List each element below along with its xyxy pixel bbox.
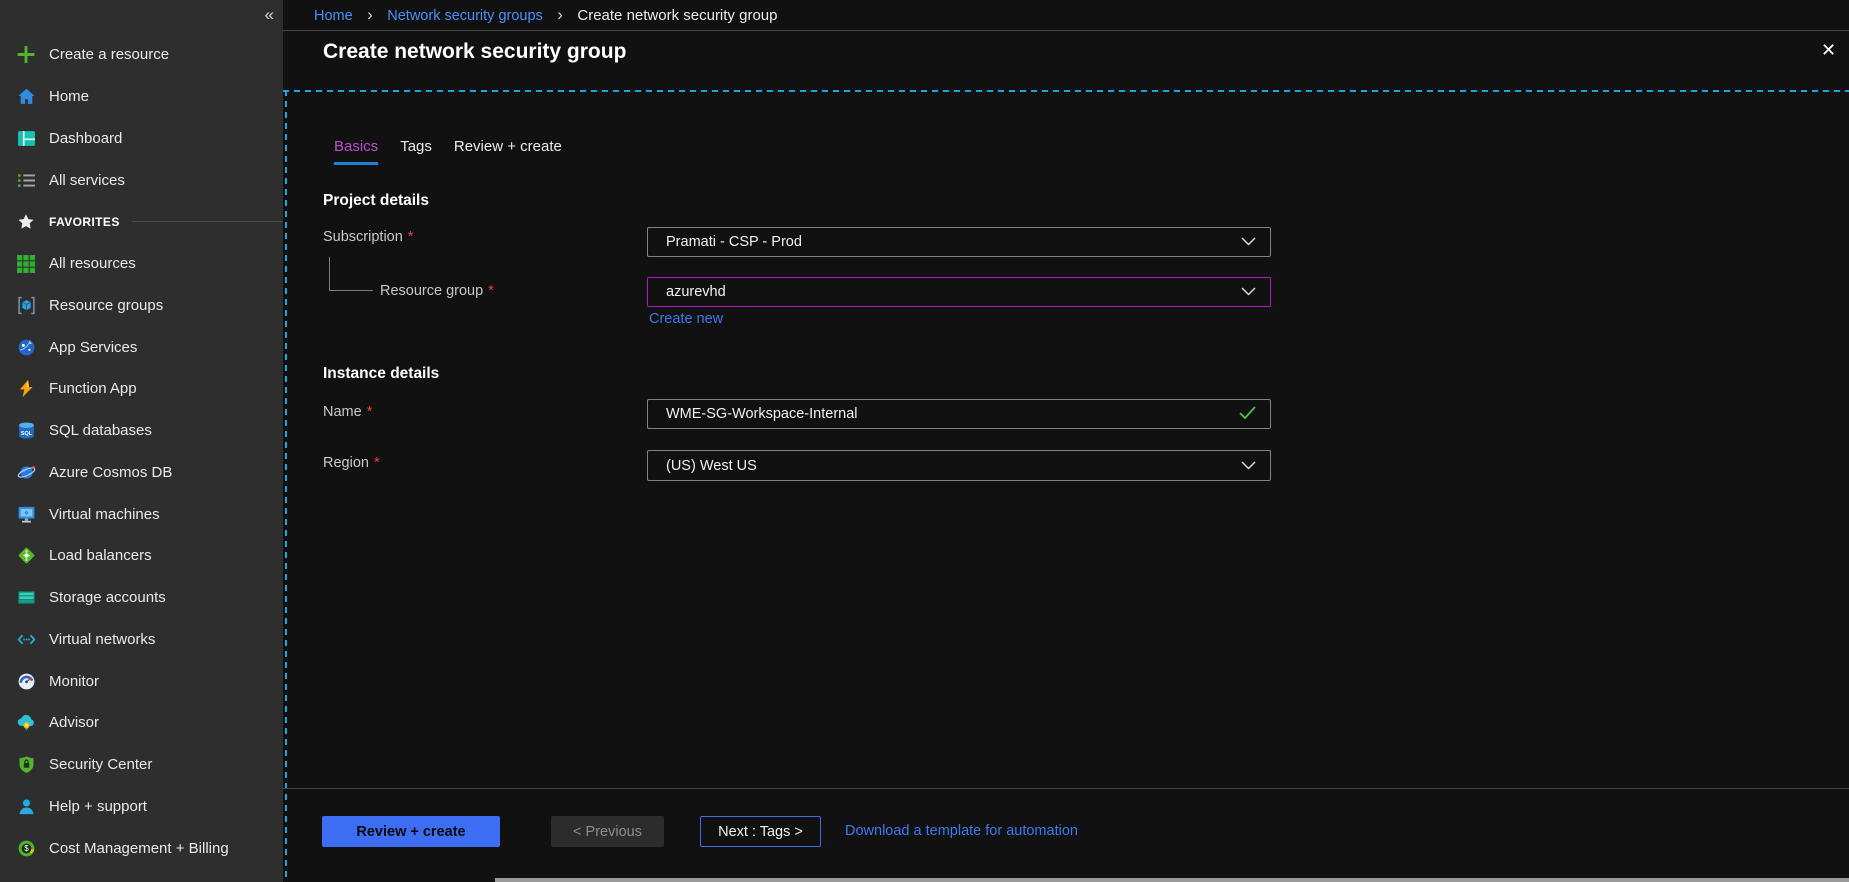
breadcrumb: Home › Network security groups › Create … — [314, 6, 777, 25]
storage-icon — [16, 588, 36, 608]
sidebar-section-favorites: FAVORITES — [0, 201, 283, 243]
sidebar-item-cost-management-billing[interactable]: $ Cost Management + Billing — [0, 827, 283, 869]
svg-text:$: $ — [24, 844, 29, 853]
bottom-edge-strip — [495, 878, 1849, 882]
sidebar-item-dashboard[interactable]: Dashboard — [0, 118, 283, 160]
star-icon — [16, 212, 36, 232]
sidebar-item-advisor[interactable]: Advisor — [0, 702, 283, 744]
tab-basics[interactable]: Basics — [334, 138, 378, 165]
resource-group-connector-line — [329, 257, 373, 291]
previous-button[interactable]: < Previous — [551, 816, 664, 847]
home-icon — [16, 87, 36, 107]
sidebar-item-load-balancers[interactable]: Load balancers — [0, 535, 283, 577]
resource-group-label: Resource group* — [380, 283, 494, 299]
sidebar-item-resource-groups[interactable]: Resource groups — [0, 285, 283, 327]
cube-brackets-icon — [16, 295, 36, 315]
sidebar-item-security-center[interactable]: Security Center — [0, 744, 283, 786]
region-label: Region* — [323, 455, 380, 471]
azure-portal-page: « Create a resource Home Dashboard All s… — [0, 0, 1849, 882]
download-template-link[interactable]: Download a template for automation — [845, 823, 1078, 839]
sidebar-item-all-resources[interactable]: All resources — [0, 243, 283, 285]
subscription-dropdown[interactable]: Pramati - CSP - Prod — [647, 227, 1271, 257]
svg-text:SQL: SQL — [20, 431, 32, 437]
breadcrumb-separator-icon: › — [557, 5, 563, 24]
breadcrumb-bar: Home › Network security groups › Create … — [283, 0, 1849, 31]
chevron-down-icon — [1241, 234, 1256, 250]
monitor-icon — [16, 504, 36, 524]
next-tags-button[interactable]: Next : Tags > — [700, 816, 821, 847]
sidebar-item-home[interactable]: Home — [0, 76, 283, 118]
breadcrumb-current: Create network security group — [577, 7, 777, 24]
load-balancer-icon — [16, 546, 36, 566]
resource-group-dropdown[interactable]: azurevhd — [647, 277, 1271, 307]
resource-group-value: azurevhd — [666, 284, 726, 300]
region-dropdown[interactable]: (US) West US — [647, 450, 1271, 481]
sidebar-collapse-button[interactable]: « — [265, 6, 274, 23]
grid-icon — [16, 254, 36, 274]
gauge-icon — [16, 671, 36, 691]
shield-lock-icon — [16, 755, 36, 775]
tab-tags[interactable]: Tags — [400, 138, 432, 165]
sidebar-item-monitor[interactable]: Monitor — [0, 660, 283, 702]
required-marker: * — [374, 455, 380, 471]
globe-icon — [16, 337, 36, 357]
name-label: Name* — [323, 404, 372, 420]
planet-icon — [16, 462, 36, 482]
required-marker: * — [408, 229, 414, 245]
breadcrumb-separator-icon: › — [367, 5, 373, 24]
sidebar-item-virtual-networks[interactable]: Virtual networks — [0, 619, 283, 661]
sidebar-item-all-services[interactable]: All services — [0, 159, 283, 201]
lightning-icon — [16, 379, 36, 399]
required-marker: * — [488, 283, 494, 299]
project-details-heading: Project details — [323, 192, 429, 210]
sidebar-item-create-a-resource[interactable]: Create a resource — [0, 34, 283, 76]
person-headset-icon — [16, 796, 36, 816]
sidebar: « Create a resource Home Dashboard All s… — [0, 0, 283, 882]
region-value: (US) West US — [666, 458, 757, 474]
focus-dashed-border-left — [285, 90, 287, 882]
checkmark-icon — [1239, 406, 1256, 423]
review-create-button[interactable]: Review + create — [322, 816, 500, 847]
tab-review-create[interactable]: Review + create — [454, 138, 562, 165]
sidebar-item-virtual-machines[interactable]: Virtual machines — [0, 493, 283, 535]
create-new-link[interactable]: Create new — [649, 311, 723, 327]
instance-details-heading: Instance details — [323, 365, 439, 383]
subscription-label: Subscription* — [323, 229, 413, 245]
sidebar-item-storage-accounts[interactable]: Storage accounts — [0, 577, 283, 619]
sidebar-item-azure-cosmos-db[interactable]: Azure Cosmos DB — [0, 452, 283, 494]
close-icon[interactable]: ✕ — [1821, 41, 1836, 59]
name-value: WME-SG-Workspace-Internal — [666, 406, 858, 422]
subscription-value: Pramati - CSP - Prod — [666, 234, 802, 250]
required-marker: * — [367, 404, 373, 420]
sidebar-item-help-support[interactable]: Help + support — [0, 786, 283, 828]
list-icon — [16, 170, 36, 190]
create-nsg-panel: Create network security group ✕ Basics T… — [283, 32, 1849, 882]
dashboard-icon — [16, 128, 36, 148]
tab-bar: Basics Tags Review + create — [334, 138, 562, 165]
network-icon — [16, 629, 36, 649]
name-input[interactable]: WME-SG-Workspace-Internal — [647, 399, 1271, 429]
chevron-down-icon — [1241, 284, 1256, 300]
sidebar-item-function-app[interactable]: Function App — [0, 368, 283, 410]
database-icon: SQL — [16, 421, 36, 441]
focus-dashed-border-top — [283, 90, 1849, 92]
chevron-down-icon — [1241, 458, 1256, 474]
cost-billing-icon: $ — [16, 838, 36, 858]
footer-divider — [283, 788, 1849, 789]
advisor-icon — [16, 713, 36, 733]
sidebar-item-sql-databases[interactable]: SQL SQL databases — [0, 410, 283, 452]
breadcrumb-nsg-link[interactable]: Network security groups — [387, 8, 543, 24]
sidebar-item-app-services[interactable]: App Services — [0, 326, 283, 368]
page-title: Create network security group — [323, 40, 626, 64]
plus-icon — [16, 45, 36, 65]
breadcrumb-home-link[interactable]: Home — [314, 8, 353, 24]
